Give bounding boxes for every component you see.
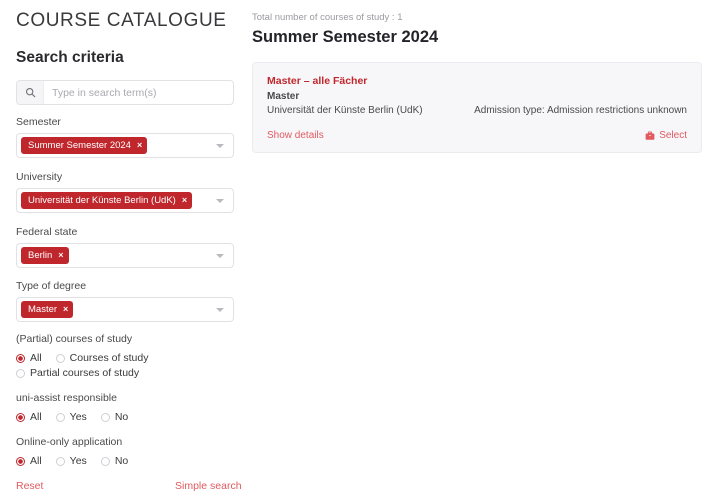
result-admission-type: Admission type: Admission restrictions u…: [474, 105, 687, 116]
radio-indicator: [16, 353, 25, 363]
radio-group-label-online-only: Online-only application: [16, 436, 123, 448]
radio-partial-partial-courses-of-study[interactable]: Partial courses of study: [16, 367, 139, 379]
filter-select-type-of-degree[interactable]: Master ×: [16, 297, 234, 322]
radio-label: Courses of study: [69, 352, 149, 364]
semester-heading: Summer Semester 2024: [252, 28, 439, 46]
radio-label: All: [30, 352, 42, 364]
close-icon[interactable]: ×: [182, 196, 187, 205]
search-criteria-sidebar: COURSE CATALOGUE Search criteria Semeste…: [0, 0, 246, 500]
radio-row-online-only: All Yes No: [16, 455, 142, 467]
radio-label: All: [30, 455, 42, 467]
filter-chip-label: Universität der Künste Berlin (UdK): [28, 194, 176, 206]
filter-chip-label: Berlin: [28, 249, 53, 261]
radio-label: Partial courses of study: [30, 367, 140, 379]
radio-indicator: [16, 368, 25, 378]
filter-select-university[interactable]: Universität der Künste Berlin (UdK) ×: [16, 188, 234, 213]
radio-label: Yes: [69, 411, 87, 423]
show-details-link[interactable]: Show details: [267, 130, 324, 141]
filter-select-semester[interactable]: Summer Semester 2024 ×: [16, 133, 234, 158]
radio-label: No: [114, 411, 129, 423]
chevron-down-icon[interactable]: [216, 253, 224, 258]
chevron-down-icon[interactable]: [216, 198, 224, 203]
radio-uni-assist-all[interactable]: All: [16, 411, 42, 423]
chevron-down-icon[interactable]: [216, 143, 224, 148]
radio-label: No: [114, 455, 129, 467]
search-field[interactable]: [16, 80, 234, 105]
reset-button[interactable]: Reset: [16, 480, 43, 492]
result-meta-row: Universität der Künste Berlin (UdK) Admi…: [267, 105, 687, 116]
close-icon[interactable]: ×: [58, 251, 63, 260]
result-university: Universität der Künste Berlin (UdK): [267, 105, 423, 116]
result-title[interactable]: Master – alle Fächer: [267, 75, 687, 87]
filter-label-type-of-degree: Type of degree: [16, 280, 87, 292]
radio-indicator: [100, 456, 110, 466]
result-degree: Master: [267, 91, 300, 102]
briefcase-icon: [645, 131, 659, 141]
result-actions: Show details Select: [267, 130, 687, 141]
radio-indicator: [55, 353, 65, 363]
result-card[interactable]: Master – alle Fächer Master Universität …: [252, 62, 702, 153]
radio-partial-all[interactable]: All: [16, 352, 42, 364]
filter-chip-type-of-degree[interactable]: Master ×: [21, 300, 74, 319]
radio-online-only-no[interactable]: No: [100, 455, 129, 467]
radio-label: Yes: [69, 455, 87, 467]
course-catalogue-page: COURSE CATALOGUE Search criteria Semeste…: [0, 0, 720, 500]
page-title: COURSE CATALOGUE: [16, 10, 227, 31]
results-panel: Total number of courses of study : 1 Sum…: [252, 0, 720, 500]
filter-label-semester: Semester: [16, 116, 61, 128]
radio-uni-assist-yes[interactable]: Yes: [55, 411, 87, 423]
radio-online-only-yes[interactable]: Yes: [55, 455, 87, 467]
select-button[interactable]: Select: [645, 130, 687, 141]
search-input[interactable]: [44, 81, 233, 104]
radio-indicator: [100, 412, 110, 422]
filter-chip-label: Master: [28, 303, 58, 315]
filter-chip-federal-state[interactable]: Berlin ×: [21, 246, 69, 265]
simple-search-button[interactable]: Simple search: [175, 480, 242, 492]
filter-select-federal-state[interactable]: Berlin ×: [16, 243, 234, 268]
radio-group-label-uni-assist: uni-assist responsible: [16, 392, 117, 404]
search-criteria-heading: Search criteria: [16, 49, 124, 66]
radio-indicator: [16, 456, 25, 466]
filter-chip-semester[interactable]: Summer Semester 2024 ×: [21, 136, 148, 155]
radio-partial-courses-of-study[interactable]: Courses of study: [55, 352, 149, 364]
close-icon[interactable]: ×: [137, 141, 142, 150]
radio-row-partial-courses-1: All Courses of study: [16, 352, 162, 364]
radio-indicator: [55, 412, 65, 422]
filter-chip-label: Summer Semester 2024: [28, 139, 131, 151]
radio-uni-assist-no[interactable]: No: [100, 411, 129, 423]
filter-label-federal-state: Federal state: [16, 226, 78, 238]
total-count-text: Total number of courses of study : 1: [252, 12, 403, 23]
radio-label: All: [30, 411, 42, 423]
search-icon: [17, 81, 44, 104]
close-icon[interactable]: ×: [63, 305, 68, 314]
radio-indicator: [55, 456, 65, 466]
radio-online-only-all[interactable]: All: [16, 455, 42, 467]
filter-label-university: University: [16, 171, 63, 183]
select-label: Select: [659, 130, 687, 141]
chevron-down-icon[interactable]: [216, 307, 224, 312]
radio-row-partial-courses-2: Partial courses of study: [16, 367, 153, 379]
radio-row-uni-assist: All Yes No: [16, 411, 142, 423]
radio-group-label-partial-courses: (Partial) courses of study: [16, 333, 133, 345]
radio-indicator: [16, 412, 25, 422]
filter-chip-university[interactable]: Universität der Künste Berlin (UdK) ×: [21, 191, 193, 210]
